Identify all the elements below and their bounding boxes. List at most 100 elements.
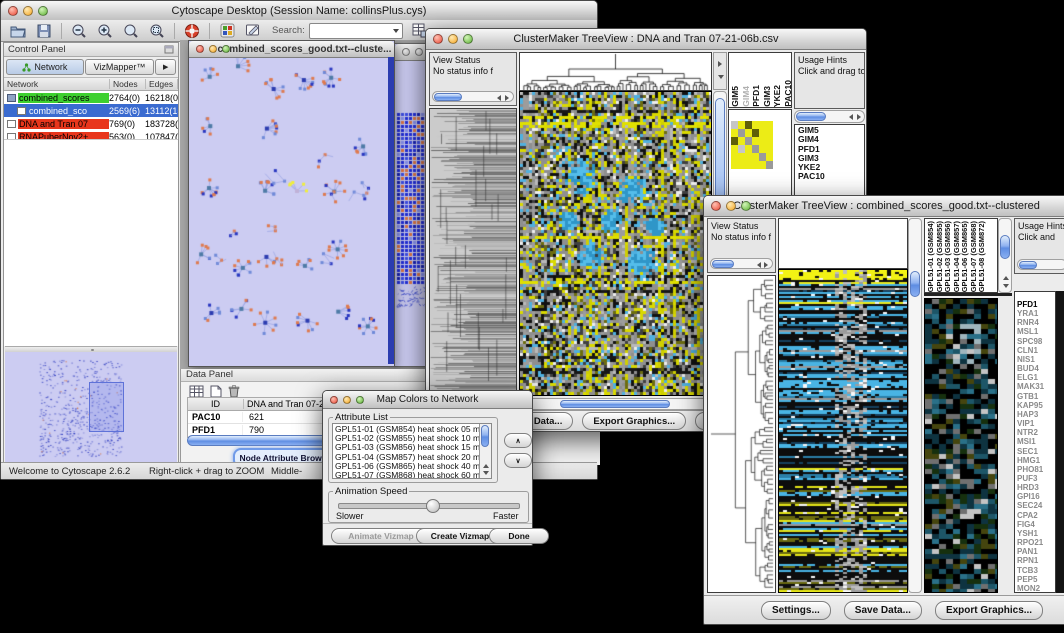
minimize-icon[interactable] — [726, 201, 736, 211]
float-panel-icon[interactable] — [164, 45, 174, 54]
view-status-hscrollbar[interactable] — [432, 91, 514, 102]
zoom-heatmap-panel[interactable] — [924, 298, 998, 593]
gene-label[interactable]: KAP95 — [1017, 401, 1055, 410]
row-dendrogram-canvas[interactable] — [430, 109, 516, 395]
gene-label[interactable]: VIP1 — [1017, 419, 1055, 428]
slider-thumb[interactable] — [426, 499, 440, 513]
column-labels-vscrollbar[interactable] — [998, 218, 1012, 293]
treeview2-button[interactable]: Export Graphics... — [935, 601, 1043, 620]
treeview2-button[interactable]: Save Data... — [844, 601, 922, 620]
gene-label[interactable]: NTR2 — [1017, 428, 1055, 437]
treeview1-titlebar[interactable]: ClusterMaker TreeView : DNA and Tran 07-… — [426, 29, 866, 50]
gene-label[interactable]: GPI16 — [1017, 492, 1055, 501]
scroll-right-icon[interactable] — [718, 61, 722, 67]
save-button[interactable] — [35, 22, 53, 40]
gene-label[interactable]: PEP5 — [1017, 575, 1055, 584]
column-label[interactable]: GIM5 — [731, 86, 740, 107]
gene-list-scroll-area[interactable] — [1056, 291, 1064, 593]
zoom-window-icon[interactable] — [222, 45, 230, 53]
move-up-button[interactable]: ∧ — [504, 433, 532, 448]
gene-label[interactable]: MSI1 — [1017, 437, 1055, 446]
move-down-button[interactable]: ∨ — [504, 453, 532, 468]
column-label[interactable]: GPL51-07 (GSM868) — [970, 221, 978, 292]
column-label[interactable]: GPL51-06 (GSM865) — [961, 221, 969, 292]
zoom-in-button[interactable] — [96, 22, 114, 40]
zoom-window-icon[interactable] — [741, 201, 751, 211]
zoom-out-button[interactable] — [70, 22, 88, 40]
gene-label[interactable]: PHO81 — [1017, 465, 1055, 474]
scroll-right-icon[interactable] — [857, 114, 861, 120]
gene-label[interactable]: TCB3 — [1017, 566, 1055, 575]
help-lifering-icon[interactable] — [183, 22, 201, 40]
gene-label[interactable]: RPN1 — [1017, 556, 1055, 565]
zoom-window-icon[interactable] — [38, 6, 48, 16]
close-icon[interactable] — [330, 396, 338, 404]
gene-label[interactable]: ELG1 — [1017, 373, 1055, 382]
column-label[interactable]: GPL51-03 (GSM856) — [944, 221, 952, 292]
tab-vizmapper[interactable]: VizMapper™ — [85, 59, 155, 75]
view-status-hscrollbar[interactable] — [710, 258, 773, 269]
column-label[interactable]: GPL51-08 (GSM872) — [978, 221, 986, 292]
scroll-thumb[interactable] — [481, 425, 489, 447]
column-dendrogram-panel[interactable] — [519, 52, 712, 91]
scroll-left-icon[interactable] — [849, 114, 853, 120]
gene-label[interactable]: CPA2 — [1017, 511, 1055, 520]
column-label[interactable]: GPL51-01 (GSM854) — [927, 221, 935, 292]
minimize-icon[interactable] — [448, 34, 458, 44]
scroll-left-icon[interactable] — [757, 262, 761, 268]
gene-label[interactable]: PFD1 — [1017, 300, 1055, 309]
gene-label[interactable]: MSL1 — [1017, 327, 1055, 336]
zoom-window-icon[interactable] — [356, 396, 364, 404]
column-label[interactable]: YKE2 — [773, 85, 782, 107]
scroll-left-icon[interactable] — [497, 95, 501, 101]
col-nodes[interactable]: Nodes — [110, 79, 146, 89]
zoom-fit-button[interactable] — [122, 22, 140, 40]
gene-label[interactable]: SEC1 — [1017, 447, 1055, 456]
zoom-heatmap-matrix[interactable] — [731, 121, 773, 169]
gene-label[interactable]: PAC10 — [798, 172, 864, 181]
gene-label[interactable]: HMG1 — [1017, 456, 1055, 465]
gene-label[interactable]: FIG4 — [1017, 520, 1055, 529]
zoom-selected-button[interactable] — [148, 22, 166, 40]
col-id[interactable]: ID — [188, 399, 244, 409]
usage-hscrollbar[interactable] — [794, 110, 865, 123]
treeview1-button[interactable]: Export Graphics... — [582, 412, 686, 430]
gene-label[interactable]: MAK31 — [1017, 382, 1055, 391]
col-edges[interactable]: Edges — [146, 79, 178, 89]
network-graph-canvas[interactable] — [189, 58, 386, 361]
minimize-icon[interactable] — [415, 48, 423, 56]
close-icon[interactable] — [711, 201, 721, 211]
birdseye-viewport-rect[interactable] — [89, 382, 124, 432]
network-window-titlebar[interactable]: combined_scores_good.txt--cluste... — [189, 41, 394, 58]
gene-label[interactable]: YRA1 — [1017, 309, 1055, 318]
dialog-titlebar[interactable]: Map Colors to Network — [323, 391, 532, 409]
column-label[interactable]: GIM3 — [763, 86, 772, 107]
gene-label[interactable]: MON2 — [1017, 584, 1055, 593]
gene-label[interactable]: NIS1 — [1017, 355, 1055, 364]
minimize-icon[interactable] — [343, 396, 351, 404]
scroll-thumb[interactable] — [1019, 261, 1037, 269]
scroll-thumb[interactable] — [434, 93, 462, 101]
main-titlebar[interactable]: Cytoscape Desktop (Session Name: collins… — [1, 1, 597, 21]
search-dropdown-icon[interactable] — [393, 29, 399, 33]
gene-label[interactable]: PAN1 — [1017, 547, 1055, 556]
gene-label[interactable]: BUD4 — [1017, 364, 1055, 373]
network-list-row[interactable]: combined_sco 2569(6) 13112(15) — [4, 104, 178, 117]
network-list-row[interactable]: combined_scores 2764(0) 16218(0) — [4, 91, 178, 104]
gene-label[interactable]: YSH1 — [1017, 529, 1055, 538]
gene-label[interactable]: SPC98 — [1017, 337, 1055, 346]
scroll-down-icon[interactable] — [483, 471, 489, 475]
minimize-icon[interactable] — [209, 45, 217, 53]
zoom-window-icon[interactable] — [463, 34, 473, 44]
gene-label[interactable]: RNR4 — [1017, 318, 1055, 327]
scroll-thumb[interactable] — [796, 112, 826, 121]
heatmap-canvas[interactable] — [520, 92, 711, 395]
usage-hscrollbar[interactable] — [1017, 259, 1064, 270]
scroll-down-icon[interactable] — [718, 75, 724, 79]
network-view-window[interactable]: combined_scores_good.txt--cluste... — [188, 40, 395, 367]
vizmapper-icon-button[interactable] — [218, 22, 236, 40]
scroll-thumb[interactable] — [712, 260, 734, 268]
column-label[interactable]: GPL51-04 (GSM857) — [953, 221, 961, 292]
heatmap-hscrollbar[interactable] — [519, 398, 712, 410]
tab-network[interactable]: Network — [6, 59, 84, 75]
